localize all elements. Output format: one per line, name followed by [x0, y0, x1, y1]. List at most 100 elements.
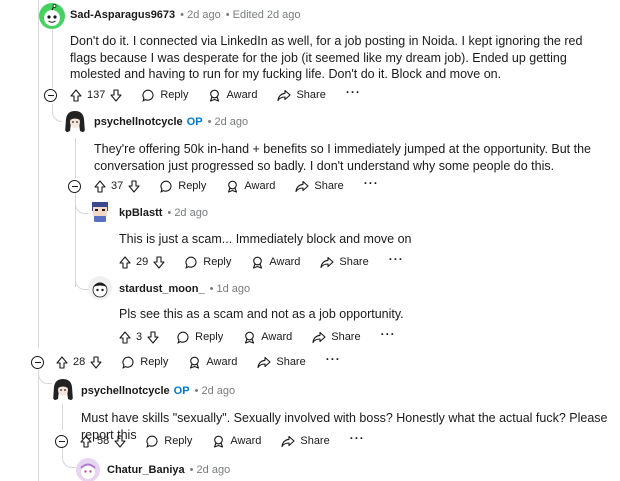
timestamp[interactable]: • 2d ago [195, 385, 236, 397]
reply-button[interactable]: Reply [177, 331, 223, 344]
share-label: Share [314, 180, 344, 192]
thread-line-outer-2[interactable] [38, 372, 39, 481]
comment-header: psychellnotcycle OP • 2d ago [94, 116, 248, 128]
downvote-button[interactable] [90, 355, 102, 369]
reply-button[interactable]: Reply [142, 89, 188, 102]
share-button[interactable]: Share [257, 356, 306, 369]
thread-line-root[interactable] [52, 30, 53, 88]
downvote-icon [147, 330, 159, 344]
share-icon [320, 256, 334, 268]
snoo-avatar-icon [92, 282, 108, 298]
award-button[interactable]: Award [243, 331, 292, 344]
downvote-button[interactable] [114, 434, 126, 448]
avatar[interactable] [76, 458, 100, 481]
more-icon[interactable]: ··· [350, 431, 365, 445]
more-icon[interactable]: ··· [381, 327, 396, 341]
share-icon [277, 89, 292, 101]
timestamp[interactable]: • 2d ago [208, 116, 249, 128]
reply-button[interactable]: Reply [146, 435, 192, 448]
upvote-button[interactable] [119, 255, 131, 269]
comment-header: Chatur_Baniya • 2d ago [107, 464, 230, 476]
award-label: Award [244, 180, 276, 192]
timestamp[interactable]: • 2d ago [180, 9, 221, 21]
award-button[interactable]: Award [208, 89, 257, 102]
upvote-button[interactable] [119, 330, 131, 344]
more-icon[interactable]: ··· [326, 352, 341, 366]
downvote-button[interactable] [110, 88, 122, 102]
reply-button[interactable]: Reply [122, 356, 168, 369]
pixel-avatar-icon [92, 202, 108, 222]
snoo-avatar-icon [44, 4, 60, 26]
award-icon [190, 356, 200, 369]
award-button[interactable]: Award [188, 356, 237, 369]
avatar[interactable] [62, 109, 88, 135]
more-icon[interactable]: ··· [389, 252, 404, 266]
downvote-button[interactable] [128, 179, 140, 193]
award-icon [228, 180, 238, 193]
avatar[interactable] [88, 199, 112, 223]
thread-elbow-c6 [38, 370, 52, 384]
share-icon [295, 180, 309, 192]
comment-actions: 3 Reply Award Share ··· [119, 327, 396, 346]
avatar[interactable] [39, 3, 65, 29]
thread-line-c2[interactable] [75, 138, 76, 178]
award-label: Award [206, 356, 238, 368]
vote-count: 37 [111, 180, 124, 192]
timestamp[interactable]: • 2d ago [190, 464, 231, 476]
reply-label: Reply [203, 256, 232, 268]
award-icon [245, 331, 255, 344]
upvote-button[interactable] [70, 88, 82, 102]
username[interactable]: kpBlastt [119, 207, 162, 219]
upvote-icon [80, 434, 92, 448]
reply-icon [142, 89, 154, 102]
vote-count: 29 [136, 256, 149, 268]
share-label: Share [331, 331, 361, 343]
upvote-button[interactable] [80, 434, 92, 448]
share-label: Share [300, 435, 330, 447]
comment-actions: 28 Reply Award Share ··· [31, 352, 341, 371]
award-button[interactable]: Award [212, 435, 261, 448]
award-button[interactable]: Award [226, 180, 275, 193]
username[interactable]: psychellnotcycle [94, 116, 183, 128]
op-badge: OP [173, 385, 190, 397]
collapse-icon[interactable] [55, 434, 68, 448]
upvote-icon [70, 88, 82, 102]
upvote-icon [94, 179, 106, 193]
comment-header: stardust_moon_ • 1d ago [119, 283, 250, 295]
timestamp[interactable]: • 2d ago [167, 207, 208, 219]
downvote-button[interactable] [147, 330, 159, 344]
op-badge: OP [186, 116, 203, 128]
comment-actions: 58 Reply Award Share ··· [55, 431, 365, 450]
username[interactable]: psychellnotcycle [81, 385, 170, 397]
timestamp[interactable]: • 1d ago [210, 283, 251, 295]
share-button[interactable]: Share [281, 435, 330, 448]
upvote-button[interactable] [94, 179, 106, 193]
avatar[interactable] [50, 377, 76, 403]
share-button[interactable]: Share [295, 180, 344, 193]
thread-line-outer[interactable] [38, 0, 39, 348]
share-label: Share [339, 256, 369, 268]
edited-label: • Edited 2d ago [225, 9, 301, 21]
username[interactable]: stardust_moon_ [119, 283, 205, 295]
more-icon[interactable]: ··· [346, 85, 361, 99]
reply-button[interactable]: Reply [160, 180, 206, 193]
downvote-button[interactable] [153, 255, 165, 269]
collapse-icon[interactable] [44, 88, 57, 102]
avatar[interactable] [88, 276, 112, 300]
downvote-icon [110, 88, 122, 102]
share-button[interactable]: Share [320, 256, 369, 269]
upvote-button[interactable] [56, 355, 68, 369]
more-icon[interactable]: ··· [364, 176, 379, 190]
vote-count: 28 [73, 356, 86, 368]
share-button[interactable]: Share [277, 89, 326, 102]
collapse-icon[interactable] [31, 355, 44, 369]
collapse-icon[interactable] [68, 179, 81, 193]
share-label: Share [296, 89, 326, 101]
username[interactable]: Sad-Asparagus9673 [70, 9, 175, 21]
thread-line-c6[interactable] [62, 404, 63, 430]
award-button[interactable]: Award [251, 256, 300, 269]
snoo-avatar-icon [80, 463, 96, 479]
reply-button[interactable]: Reply [185, 256, 231, 269]
share-button[interactable]: Share [312, 331, 361, 344]
username[interactable]: Chatur_Baniya [107, 464, 185, 476]
